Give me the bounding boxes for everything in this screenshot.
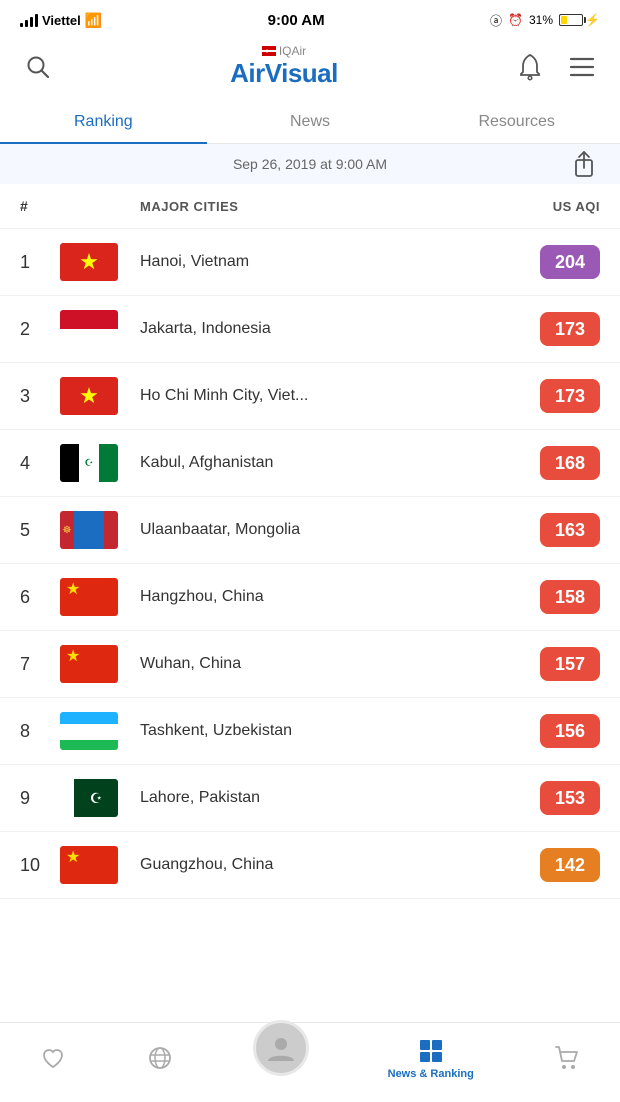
city-name: Hanoi, Vietnam [140,253,540,271]
flag-cell [60,712,140,750]
nav-world[interactable] [130,1038,190,1078]
flag-cell: ☸ [60,511,140,549]
flag-cell: ★ [60,243,140,281]
tab-news[interactable]: News [207,101,414,143]
heart-icon [39,1044,67,1072]
tab-ranking[interactable]: Ranking [0,101,207,143]
header-actions [512,49,600,85]
rank-number: 6 [20,587,60,608]
table-row[interactable]: 2 Jakarta, Indonesia 173 [0,296,620,363]
aqi-badge: 204 [540,245,600,279]
aqi-badge: 157 [540,647,600,681]
date-label: Sep 26, 2019 at 9:00 AM [233,156,387,172]
svg-text:+: + [265,49,269,56]
table-row[interactable]: 6 ★ Hangzhou, China 158 [0,564,620,631]
table-row[interactable]: 7 ★ Wuhan, China 157 [0,631,620,698]
aqi-badge: 173 [540,312,600,346]
city-name: Wuhan, China [140,655,540,673]
battery-percent: 31% [529,13,553,27]
city-name: Ulaanbaatar, Mongolia [140,521,540,539]
city-column-header: MAJOR CITIES [140,199,553,214]
table-row[interactable]: 1 ★ Hanoi, Vietnam 204 [0,229,620,296]
flag-cell: ☪ [60,444,140,482]
aqi-badge: 153 [540,781,600,815]
profile-avatar [253,1020,309,1076]
notification-button[interactable] [512,49,548,85]
city-list: 1 ★ Hanoi, Vietnam 204 2 Jakarta, Indone… [0,229,620,899]
aqi-badge: 158 [540,580,600,614]
aqi-badge: 142 [540,848,600,882]
flag-cell [60,310,140,348]
app-header: + IQAir AirVisual [0,36,620,101]
rank-number: 9 [20,788,60,809]
logo-airvisual: AirVisual [230,58,338,89]
nav-profile[interactable] [237,1034,325,1082]
city-name: Kabul, Afghanistan [140,454,540,472]
lock-icon: ⓐ [490,12,502,29]
nav-news-ranking-label: News & Ranking [388,1068,474,1080]
rank-number: 8 [20,721,60,742]
city-name: Jakarta, Indonesia [140,320,540,338]
status-bar: Viettel 📶 9:00 AM ⓐ ⏰ 31% ⚡ [0,0,620,36]
tab-resources[interactable]: Resources [413,101,620,143]
flag-cell: ★ [60,846,140,884]
table-row[interactable]: 9 ☪ Lahore, Pakistan 153 [0,765,620,832]
rank-number: 4 [20,453,60,474]
table-row[interactable]: 5 ☸ Ulaanbaatar, Mongolia 163 [0,497,620,564]
time-display: 9:00 AM [268,12,325,29]
rank-column-header: # [20,198,60,214]
status-right: ⓐ ⏰ 31% ⚡ [490,12,600,29]
ranking-list: # MAJOR CITIES US AQI 1 ★ Hanoi, Vietnam… [0,184,620,989]
table-row[interactable]: 4 ☪ Kabul, Afghanistan 168 [0,430,620,497]
wifi-icon: 📶 [85,12,102,29]
flag-cell: ★ [60,578,140,616]
carrier-label: Viettel [42,13,81,28]
aqi-badge: 163 [540,513,600,547]
nav-shop[interactable] [537,1038,597,1078]
rank-number: 3 [20,386,60,407]
bottom-nav: News & Ranking [0,1022,620,1102]
rank-number: 1 [20,252,60,273]
flag-cell: ★ [60,377,140,415]
table-header: # MAJOR CITIES US AQI [0,184,620,229]
city-name: Lahore, Pakistan [140,789,540,807]
table-row[interactable]: 10 ★ Guangzhou, China 142 [0,832,620,899]
aqi-badge: 173 [540,379,600,413]
aqi-badge: 156 [540,714,600,748]
table-row[interactable]: 8 Tashkent, Uzbekistan 156 [0,698,620,765]
search-button[interactable] [20,49,56,85]
rank-number: 7 [20,654,60,675]
list-icon [417,1036,445,1064]
signal-icon [20,13,38,27]
rank-number: 2 [20,319,60,340]
aqi-column-header: US AQI [553,199,600,214]
battery-icon: ⚡ [559,13,600,27]
status-left: Viettel 📶 [20,12,102,29]
cart-icon [553,1044,581,1072]
date-bar: Sep 26, 2019 at 9:00 AM [0,144,620,184]
alarm-icon: ⏰ [508,13,523,27]
nav-news-ranking[interactable]: News & Ranking [372,1030,490,1086]
rank-number: 10 [20,855,60,876]
menu-button[interactable] [564,49,600,85]
city-name: Guangzhou, China [140,856,540,874]
city-name: Hangzhou, China [140,588,540,606]
table-row[interactable]: 3 ★ Ho Chi Minh City, Viet... 173 [0,363,620,430]
rank-number: 5 [20,520,60,541]
logo-iqair: + IQAir [262,44,306,58]
city-name: Ho Chi Minh City, Viet... [140,387,540,405]
aqi-badge: 168 [540,446,600,480]
app-logo: + IQAir AirVisual [230,44,338,89]
tab-bar: Ranking News Resources [0,101,620,144]
nav-favorite[interactable] [23,1038,83,1078]
globe-icon [146,1044,174,1072]
city-name: Tashkent, Uzbekistan [140,722,540,740]
flag-cell: ★ [60,645,140,683]
flag-cell: ☪ [60,779,140,817]
share-button[interactable] [568,148,600,180]
